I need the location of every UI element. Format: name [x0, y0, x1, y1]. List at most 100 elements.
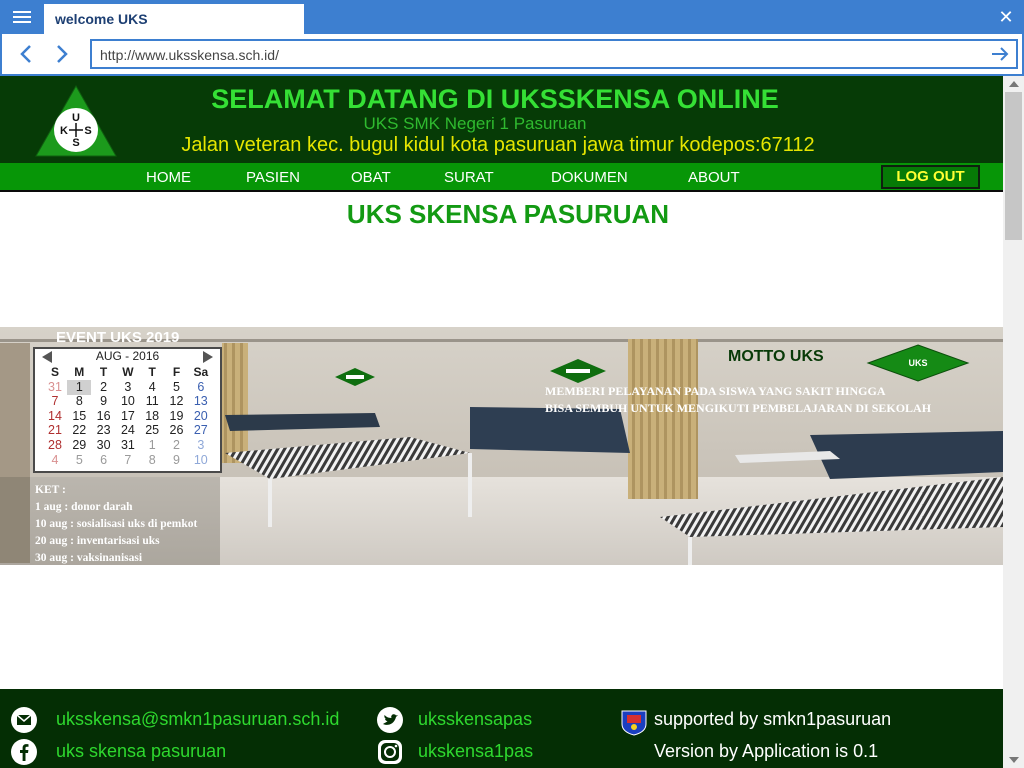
calendar-day[interactable]: 24	[116, 423, 140, 438]
calendar-weekday: S	[50, 365, 59, 379]
tab-title: welcome UKS	[55, 11, 148, 27]
calendar-day[interactable]: 3	[116, 380, 140, 395]
calendar-day[interactable]: 19	[165, 409, 189, 424]
page-scrollbar[interactable]	[1003, 76, 1024, 768]
calendar-day[interactable]: 6	[92, 453, 116, 468]
nav-surat[interactable]: SURAT	[444, 169, 494, 186]
motto-line: BISA SEMBUH UNTUK MENGIKUTI PEMBELAJARAN…	[545, 401, 932, 415]
calendar-day[interactable]: 5	[165, 380, 189, 395]
twitter-icon[interactable]	[375, 705, 405, 735]
calendar-day[interactable]: 30	[92, 438, 116, 453]
site-footer: uksskensa@smkn1pasuruan.sch.id uksskensa…	[0, 689, 1003, 768]
clinic-banner: UKS EVENT UKS 2019 AUG - 2016 S M T W T F Sa 31…	[0, 327, 1003, 565]
forward-arrow-icon[interactable]	[50, 42, 72, 66]
calendar-day[interactable]: 10	[189, 453, 213, 468]
calendar-day[interactable]: 17	[116, 409, 140, 424]
nav-obat[interactable]: OBAT	[351, 169, 391, 186]
email-icon[interactable]	[9, 705, 39, 735]
calendar-day[interactable]: 4	[43, 453, 67, 468]
site-address: Jalan veteran kec. bugul kidul kota pasu…	[181, 134, 815, 156]
menu-icon[interactable]	[0, 0, 44, 34]
calendar-day[interactable]: 22	[67, 423, 91, 438]
calendar-day[interactable]: 15	[67, 409, 91, 424]
event-notes: KET : 1 aug : donor darah 10 aug : sosia…	[35, 482, 197, 565]
calendar-day[interactable]: 12	[165, 394, 189, 409]
calendar-day[interactable]: 8	[67, 394, 91, 409]
calendar-day[interactable]: 13	[189, 394, 213, 409]
event-note: 1 aug : donor darah	[35, 501, 133, 513]
calendar-day[interactable]: 2	[92, 380, 116, 395]
calendar-day[interactable]: 7	[116, 453, 140, 468]
main-nav: HOME PASIEN OBAT SURAT DOKUMEN ABOUT LOG…	[0, 163, 1003, 192]
nav-home[interactable]: HOME	[146, 169, 191, 186]
footer-facebook-link[interactable]: uks skensa pasuruan	[56, 741, 226, 762]
calendar-day[interactable]: 20	[189, 409, 213, 424]
calendar-next-icon[interactable]	[202, 350, 214, 364]
calendar-day[interactable]: 9	[165, 453, 189, 468]
calendar-month-label: AUG - 2016	[95, 349, 160, 363]
calendar-weekday: T	[99, 365, 108, 379]
calendar-day[interactable]: 1	[67, 379, 92, 395]
motto-text: MEMBERI PELAYANAN PADA SISWA YANG SAKIT …	[545, 383, 931, 417]
calendar-day[interactable]: 14	[43, 409, 67, 424]
footer-email-link[interactable]: uksskensa@smkn1pasuruan.sch.id	[56, 709, 339, 730]
calendar-day[interactable]: 27	[189, 423, 213, 438]
calendar-day[interactable]: 4	[140, 380, 164, 395]
calendar-day[interactable]: 23	[92, 423, 116, 438]
facebook-icon[interactable]	[9, 737, 39, 767]
site-header: U K S S SELAMAT DATANG DI UKSSKENSA ONLI…	[0, 76, 1003, 164]
calendar-day[interactable]: 18	[140, 409, 164, 424]
calendar-day[interactable]: 21	[43, 423, 67, 438]
scroll-up-icon[interactable]	[1003, 76, 1024, 92]
calendar-day[interactable]: 16	[92, 409, 116, 424]
scroll-thumb[interactable]	[1005, 92, 1022, 240]
calendar-day[interactable]: 31	[116, 438, 140, 453]
page-heading: UKS SKENSA PASURUAN	[346, 199, 670, 229]
motto-title: MOTTO UKS	[728, 348, 824, 365]
calendar-day[interactable]: 3	[189, 438, 213, 453]
calendar-day[interactable]: 10	[116, 394, 140, 409]
back-arrow-icon[interactable]	[16, 42, 38, 66]
calendar-day[interactable]: 1	[140, 438, 164, 453]
school-emblem-icon	[619, 706, 649, 736]
calendar-day[interactable]: 7	[43, 394, 67, 409]
nav-dokumen[interactable]: DOKUMEN	[551, 169, 628, 186]
url-input[interactable]: http://www.uksskensa.sch.id/	[90, 39, 1018, 69]
footer-twitter-link[interactable]: uksskensapas	[418, 709, 532, 730]
calendar-day[interactable]: 25	[140, 423, 164, 438]
footer-supported-text: supported by smkn1pasuruan	[654, 709, 892, 729]
calendar-weekday: Sa	[193, 365, 209, 379]
calendar-day[interactable]: 28	[43, 438, 67, 453]
calendar-header: AUG - 2016	[35, 349, 220, 365]
browser-tab[interactable]: welcome UKS	[44, 4, 304, 34]
event-calendar: AUG - 2016 S M T W T F Sa 31 1 2 3 4 5 6 7 8 9 10 11 12 13 14…	[33, 347, 222, 473]
nav-about[interactable]: ABOUT	[688, 169, 740, 186]
event-title: EVENT UKS 2019	[56, 329, 180, 346]
calendar-day[interactable]: 5	[67, 453, 91, 468]
calendar-day[interactable]: 8	[140, 453, 164, 468]
calendar-prev-icon[interactable]	[41, 350, 53, 364]
calendar-weekday: T	[148, 365, 156, 379]
calendar-day[interactable]: 26	[165, 423, 189, 438]
calendar-weekday: F	[172, 365, 181, 379]
scroll-down-icon[interactable]	[1003, 752, 1024, 768]
site-title: SELAMAT DATANG DI UKSSKENSA ONLINE	[211, 84, 779, 114]
site-subtitle: UKS SMK Negeri 1 Pasuruan	[363, 114, 587, 133]
event-note: 10 aug : sosialisasi uks di pemkot	[35, 518, 198, 530]
footer-version-text: Version by Application is 0.1	[654, 741, 879, 761]
close-icon[interactable]: ✕	[996, 6, 1016, 28]
calendar-day[interactable]: 29	[67, 438, 91, 453]
nav-pasien[interactable]: PASIEN	[246, 169, 300, 186]
logout-button[interactable]: LOG OUT	[881, 165, 980, 189]
event-note: 20 aug : inventarisasi uks	[35, 535, 160, 547]
motto-line: MEMBERI PELAYANAN PADA SISWA YANG SAKIT …	[545, 384, 886, 398]
calendar-day[interactable]: 2	[165, 438, 189, 453]
calendar-day[interactable]: 31	[43, 380, 67, 395]
event-notes-label: KET :	[35, 484, 66, 496]
go-arrow-icon[interactable]	[990, 44, 1010, 64]
footer-instagram-link[interactable]: ukskensa1pas	[418, 741, 533, 762]
instagram-icon[interactable]	[375, 737, 405, 767]
calendar-day[interactable]: 9	[92, 394, 116, 409]
calendar-day[interactable]: 6	[189, 380, 213, 395]
calendar-day[interactable]: 11	[140, 394, 164, 409]
